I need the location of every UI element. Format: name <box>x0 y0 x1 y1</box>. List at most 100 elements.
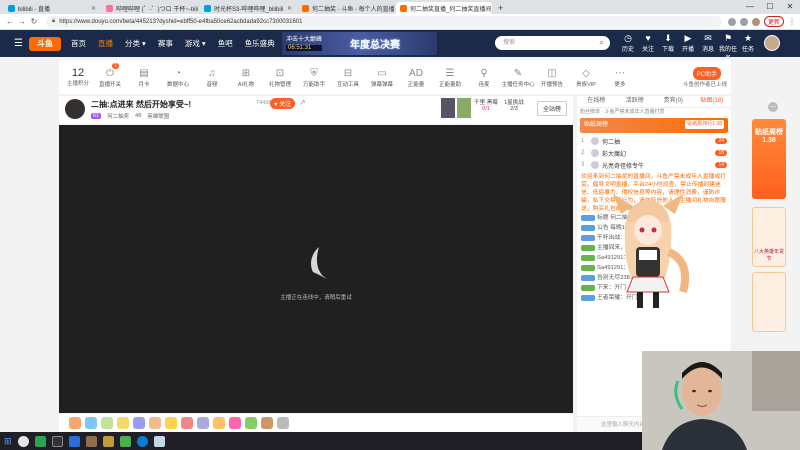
gift-item[interactable] <box>277 417 289 429</box>
room-header: 二抽:点进来 然后开始享受~! 61 何二抽奖 48 英雄联盟 74498 ♥ … <box>59 96 573 124</box>
tab-vip[interactable]: 贵宾(0) <box>654 96 693 107</box>
close-icon[interactable]: ✕ <box>89 5 96 12</box>
audio-icon: ♫ <box>208 67 216 79</box>
extension-icon[interactable] <box>727 17 736 26</box>
app-icon[interactable] <box>85 435 97 447</box>
tool-positive[interactable]: ☰ 正能量助 <box>433 67 467 88</box>
tab-active-rank[interactable]: 活跃榜 <box>616 96 655 107</box>
maximize-button[interactable]: ☐ <box>760 0 780 14</box>
pc-assistant-button[interactable]: PC助手 <box>692 67 721 80</box>
gift-item[interactable] <box>149 417 161 429</box>
app-icon[interactable] <box>34 435 46 447</box>
share-icon[interactable]: ↗ <box>299 98 306 107</box>
app-icon[interactable] <box>68 435 80 447</box>
rank-row[interactable]: 2 彩大魔幻 18 <box>577 147 731 159</box>
close-window-button[interactable]: ✕ <box>780 0 800 14</box>
tool-gift-manage[interactable]: ⊡ 礼物管理 <box>263 67 297 88</box>
ad-banner[interactable] <box>752 272 786 332</box>
gift-item[interactable] <box>69 417 81 429</box>
follow-button[interactable]: ♥ 关注 <box>270 98 296 109</box>
browser-tab[interactable]: 时光杯S3-哔哩哔哩_bilibili ✕ <box>200 2 296 14</box>
full-station-button[interactable]: 全站榜 <box>536 101 567 116</box>
browser-tab[interactable]: 哔哩哔哩 (゜-゜)つロ 干杯~-bilibili✕ <box>102 2 198 14</box>
nav-home[interactable]: 首页 <box>71 38 86 49</box>
gift-item[interactable] <box>245 417 257 429</box>
tool-helper[interactable]: ⛨ 万能助手 <box>297 67 331 88</box>
windows-start-icon[interactable]: ⊞ <box>4 436 12 447</box>
tool-ad[interactable]: AD 正能量 <box>399 67 433 88</box>
tool-more[interactable]: ⋯ 更多 <box>603 67 637 88</box>
forward-icon[interactable]: → <box>16 17 28 26</box>
browser-tab-active[interactable]: 何二抽奖直播_何二抽奖直播间_何二✕ <box>396 2 492 14</box>
ad-banner[interactable]: 贴纸周榜1.38 <box>752 119 786 199</box>
nav-category[interactable]: 分类 ▾ <box>125 38 146 49</box>
gift-item[interactable] <box>197 417 209 429</box>
douyu-logo[interactable]: 斗鱼 <box>28 36 61 51</box>
nav-events[interactable]: 赛事 <box>158 38 173 49</box>
app-icon[interactable] <box>153 435 165 447</box>
rank-row[interactable]: 1 何二抽 24 <box>577 135 731 147</box>
browser-tab[interactable]: bilibili - 直播 ✕ <box>4 2 100 14</box>
tool-ai-gift[interactable]: ⊞ AI礼物 <box>229 67 263 88</box>
rank-row[interactable]: 3 光亮奇怪修专牛 14 <box>577 159 731 171</box>
gift-item[interactable] <box>101 417 113 429</box>
tool-vip[interactable]: ◇ 贵族VIP <box>569 67 603 88</box>
tool-label: 礼物管理 <box>268 81 291 88</box>
avatar[interactable] <box>764 35 780 51</box>
new-tab-button[interactable]: + <box>494 2 507 14</box>
app-icon[interactable] <box>51 435 63 447</box>
app-icon[interactable] <box>17 435 29 447</box>
tool-live-switch[interactable]: 1 ⏻ 直播开关 <box>93 62 127 88</box>
nav-fishbar[interactable]: 鱼吧 <box>218 38 233 49</box>
rank-score: 18 <box>715 150 727 156</box>
menu-icon[interactable]: ⋮ <box>788 17 796 26</box>
avatar[interactable] <box>65 99 85 119</box>
nav-live[interactable]: 直播 <box>98 38 113 49</box>
search-input[interactable]: 搜索 ⌕ <box>495 36 610 50</box>
menu-icon[interactable]: ☰ <box>14 38 23 49</box>
rank-banner[interactable]: 贴纸周榜 贴纸周排行1.38 <box>580 118 728 133</box>
video-player[interactable]: 主播正在连线中，请稍后重试 <box>59 125 573 413</box>
gift-item[interactable] <box>213 417 225 429</box>
pk-panel[interactable]: 千里·黑莓 0/1 1星挑战 2/3 <box>441 98 527 118</box>
app-icon[interactable] <box>102 435 114 447</box>
gift-item[interactable] <box>229 417 241 429</box>
tool-link-mic[interactable]: ⚲ 连麦 <box>467 67 501 88</box>
room-category[interactable]: 英雄联盟 <box>147 112 169 120</box>
anchor-level[interactable]: 12 主播积分 <box>63 67 93 87</box>
url-input[interactable]: 🔒︎ https://www.douyu.com/beta/445213?dys… <box>46 15 722 28</box>
event-banner[interactable]: 冲击十大巅峰 06:51:31 年度总决赛 <box>282 32 437 55</box>
gift-item[interactable] <box>85 417 97 429</box>
tab-stickers[interactable]: 贴图(18) <box>693 96 732 107</box>
tool-monthly-card[interactable]: ▤ 月卡 <box>127 67 161 88</box>
gift-item[interactable] <box>165 417 177 429</box>
tool-data-center[interactable]: ◔ 数据中心 <box>161 67 195 88</box>
anchor-name[interactable]: 何二抽奖 <box>107 112 129 120</box>
gift-item[interactable] <box>117 417 129 429</box>
minimize-button[interactable]: — <box>740 0 760 14</box>
reload-icon[interactable]: ↻ <box>28 17 40 26</box>
tool-danmaku[interactable]: ▭ 弹幕弹幕 <box>365 67 399 88</box>
tool-preview[interactable]: ◫ 开播预告 <box>535 67 569 88</box>
browser-tab[interactable]: 何二抽奖 - 斗鱼 - 每个人的直播平台✕ <box>298 2 394 14</box>
extension-icon[interactable] <box>739 17 748 26</box>
gift-item[interactable] <box>181 417 193 429</box>
tool-audio[interactable]: ♫ 音频 <box>195 67 229 88</box>
close-icon[interactable]: ✕ <box>285 5 292 12</box>
tab-favicon <box>204 4 211 12</box>
nav-games[interactable]: 游戏 ▾ <box>185 38 206 49</box>
scroll-top-icon[interactable]: — <box>768 102 778 112</box>
tool-interactive[interactable]: ⊟ 互动工具 <box>331 67 365 88</box>
ad-banner[interactable]: 八大英雄年货节 <box>752 207 786 267</box>
back-icon[interactable]: ← <box>4 17 16 26</box>
gift-item[interactable] <box>261 417 273 429</box>
nav-festival[interactable]: 鱼乐盛典 <box>245 38 275 49</box>
search-icon[interactable]: ⌕ <box>600 36 604 50</box>
browser-app-icon[interactable] <box>136 435 148 447</box>
profile-icon[interactable] <box>751 17 760 26</box>
update-button[interactable]: 更新 <box>763 16 784 27</box>
tool-task-center[interactable]: ✎ 主播任务中心 <box>501 67 535 88</box>
gift-item[interactable] <box>133 417 145 429</box>
tab-online-rank[interactable]: 在线榜 <box>577 96 616 107</box>
app-icon[interactable] <box>119 435 131 447</box>
